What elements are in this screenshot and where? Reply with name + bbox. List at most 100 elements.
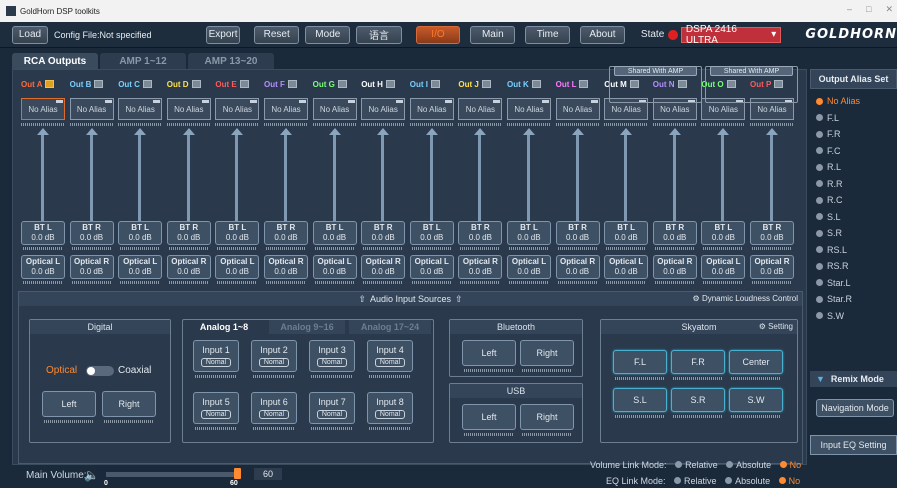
source-2-button[interactable]: Optical R 0.0 dB: [361, 255, 406, 279]
output-alias-button[interactable]: No Alias: [264, 98, 308, 120]
source-1-button[interactable]: BT L 0.0 dB: [409, 221, 454, 245]
output-enable-checkbox[interactable]: [431, 80, 441, 88]
output-alias-button[interactable]: No Alias: [555, 98, 600, 120]
source-2-button[interactable]: Optical L 0.0 dB: [312, 255, 357, 279]
source-2-button[interactable]: Optical R 0.0 dB: [264, 255, 308, 279]
output-alias-button[interactable]: No Alias: [312, 98, 357, 120]
alias-list-item[interactable]: R.L: [810, 159, 897, 176]
output-alias-button[interactable]: No Alias: [409, 98, 454, 120]
export-button[interactable]: Export: [206, 25, 241, 44]
skyatom-channel-button[interactable]: S.R: [671, 388, 725, 412]
analog-input-button[interactable]: Input 1 Nomal: [193, 340, 239, 372]
eq-link-absolute-radio[interactable]: [725, 477, 733, 484]
tab-time[interactable]: Time: [525, 25, 571, 44]
eq-link-no-radio[interactable]: [778, 477, 786, 484]
source-1-button[interactable]: BT L 0.0 dB: [21, 221, 65, 245]
output-alias-button[interactable]: No Alias: [215, 98, 260, 120]
analog-input-mode[interactable]: Nomal: [200, 410, 232, 419]
output-enable-checkbox[interactable]: [531, 80, 541, 88]
language-button[interactable]: 语言: [356, 25, 402, 44]
analog-input-mode[interactable]: Nomal: [258, 410, 290, 419]
source-2-button[interactable]: Optical R 0.0 dB: [166, 255, 211, 279]
skyatom-setting-button[interactable]: ⚙ Setting: [759, 322, 793, 331]
alias-list-item[interactable]: S.W: [810, 308, 897, 325]
usb-right-button[interactable]: Right: [520, 404, 574, 430]
load-button[interactable]: Load: [12, 25, 48, 44]
source-2-button[interactable]: Optical R 0.0 dB: [652, 255, 697, 279]
source-1-button[interactable]: BT R 0.0 dB: [264, 221, 308, 245]
volume-value-field[interactable]: 60: [254, 468, 282, 480]
source-1-button[interactable]: BT L 0.0 dB: [507, 221, 551, 245]
source-1-button[interactable]: BT R 0.0 dB: [458, 221, 503, 245]
source-2-button[interactable]: Optical L 0.0 dB: [701, 255, 746, 279]
alias-list-item[interactable]: RS.L: [810, 242, 897, 259]
skyatom-channel-button[interactable]: F.R: [671, 350, 725, 374]
source-1-button[interactable]: BT L 0.0 dB: [604, 221, 649, 245]
minimize-icon[interactable]: –: [847, 4, 852, 15]
analog-input-mode[interactable]: Nomal: [374, 410, 406, 419]
skyatom-channel-button[interactable]: S.L: [613, 388, 667, 412]
output-enable-checkbox[interactable]: [385, 80, 395, 88]
source-1-button[interactable]: BT R 0.0 dB: [69, 221, 114, 245]
reset-button[interactable]: Reset: [254, 25, 300, 44]
source-2-button[interactable]: Optical L 0.0 dB: [409, 255, 454, 279]
volume-link-no-radio[interactable]: [779, 461, 787, 468]
output-enable-checkbox[interactable]: [579, 80, 589, 88]
input-eq-setting-button[interactable]: Input EQ Setting: [810, 435, 897, 455]
analog-input-mode[interactable]: Nomal: [258, 358, 290, 367]
source-1-button[interactable]: BT R 0.0 dB: [166, 221, 211, 245]
source-2-button[interactable]: Optical R 0.0 dB: [69, 255, 114, 279]
output-enable-checkbox[interactable]: [94, 80, 104, 88]
analog-input-button[interactable]: Input 2 Nomal: [251, 340, 297, 372]
alias-list-item[interactable]: F.R: [810, 126, 897, 143]
remix-mode-header[interactable]: ▼ Remix Mode: [810, 371, 897, 387]
volume-slider-handle[interactable]: [234, 468, 241, 479]
alias-list-item[interactable]: No Alias: [810, 93, 897, 110]
tab-amp-13-20[interactable]: AMP 13~20: [188, 53, 274, 69]
analog-input-mode[interactable]: Nomal: [316, 358, 348, 367]
source-1-button[interactable]: BT L 0.0 dB: [701, 221, 746, 245]
skyatom-channel-button[interactable]: F.L: [613, 350, 667, 374]
output-enable-checkbox[interactable]: [337, 80, 347, 88]
source-2-button[interactable]: Optical R 0.0 dB: [458, 255, 503, 279]
source-2-button[interactable]: Optical R 0.0 dB: [750, 255, 794, 279]
output-alias-button[interactable]: No Alias: [361, 98, 406, 120]
analog-input-button[interactable]: Input 5 Nomal: [193, 392, 239, 424]
alias-list-item[interactable]: RS.R: [810, 258, 897, 275]
output-alias-button[interactable]: No Alias: [507, 98, 551, 120]
analog-input-button[interactable]: Input 4 Nomal: [367, 340, 413, 372]
volume-link-relative-radio[interactable]: [675, 461, 683, 468]
source-1-button[interactable]: BT R 0.0 dB: [750, 221, 794, 245]
mode-button[interactable]: Mode: [305, 25, 351, 44]
volume-link-absolute-radio[interactable]: [726, 461, 734, 468]
tab-about[interactable]: About: [580, 25, 625, 44]
alias-list-item[interactable]: R.R: [810, 176, 897, 193]
output-alias-button[interactable]: No Alias: [21, 98, 65, 120]
output-enable-checkbox[interactable]: [45, 80, 55, 88]
source-2-button[interactable]: Optical L 0.0 dB: [215, 255, 260, 279]
analog-input-mode[interactable]: Nomal: [200, 358, 232, 367]
optical-coaxial-toggle[interactable]: [86, 366, 114, 376]
analog-input-mode[interactable]: Nomal: [316, 410, 348, 419]
dynamic-loudness-control-button[interactable]: ⚙ Dynamic Loudness Control: [693, 294, 798, 303]
output-enable-checkbox[interactable]: [287, 80, 297, 88]
digital-left-button[interactable]: Left: [42, 391, 96, 417]
alias-list-item[interactable]: S.L: [810, 209, 897, 226]
alias-list-item[interactable]: F.L: [810, 110, 897, 127]
analog-input-button[interactable]: Input 3 Nomal: [309, 340, 355, 372]
analog-input-button[interactable]: Input 8 Nomal: [367, 392, 413, 424]
source-2-button[interactable]: Optical L 0.0 dB: [21, 255, 65, 279]
output-enable-checkbox[interactable]: [142, 80, 152, 88]
source-1-button[interactable]: BT L 0.0 dB: [215, 221, 260, 245]
analog-input-mode[interactable]: Nomal: [374, 358, 406, 367]
source-1-button[interactable]: BT R 0.0 dB: [555, 221, 600, 245]
output-enable-checkbox[interactable]: [239, 80, 249, 88]
tab-io[interactable]: I/O: [415, 25, 461, 44]
alias-list-item[interactable]: Star.L: [810, 275, 897, 292]
digital-right-button[interactable]: Right: [102, 391, 156, 417]
source-1-button[interactable]: BT L 0.0 dB: [118, 221, 163, 245]
eq-link-relative-radio[interactable]: [674, 477, 682, 484]
tab-rca-outputs[interactable]: RCA Outputs: [12, 53, 98, 69]
tab-amp-1-12[interactable]: AMP 1~12: [100, 53, 186, 69]
tab-analog-1-8[interactable]: Analog 1~8: [187, 320, 261, 334]
